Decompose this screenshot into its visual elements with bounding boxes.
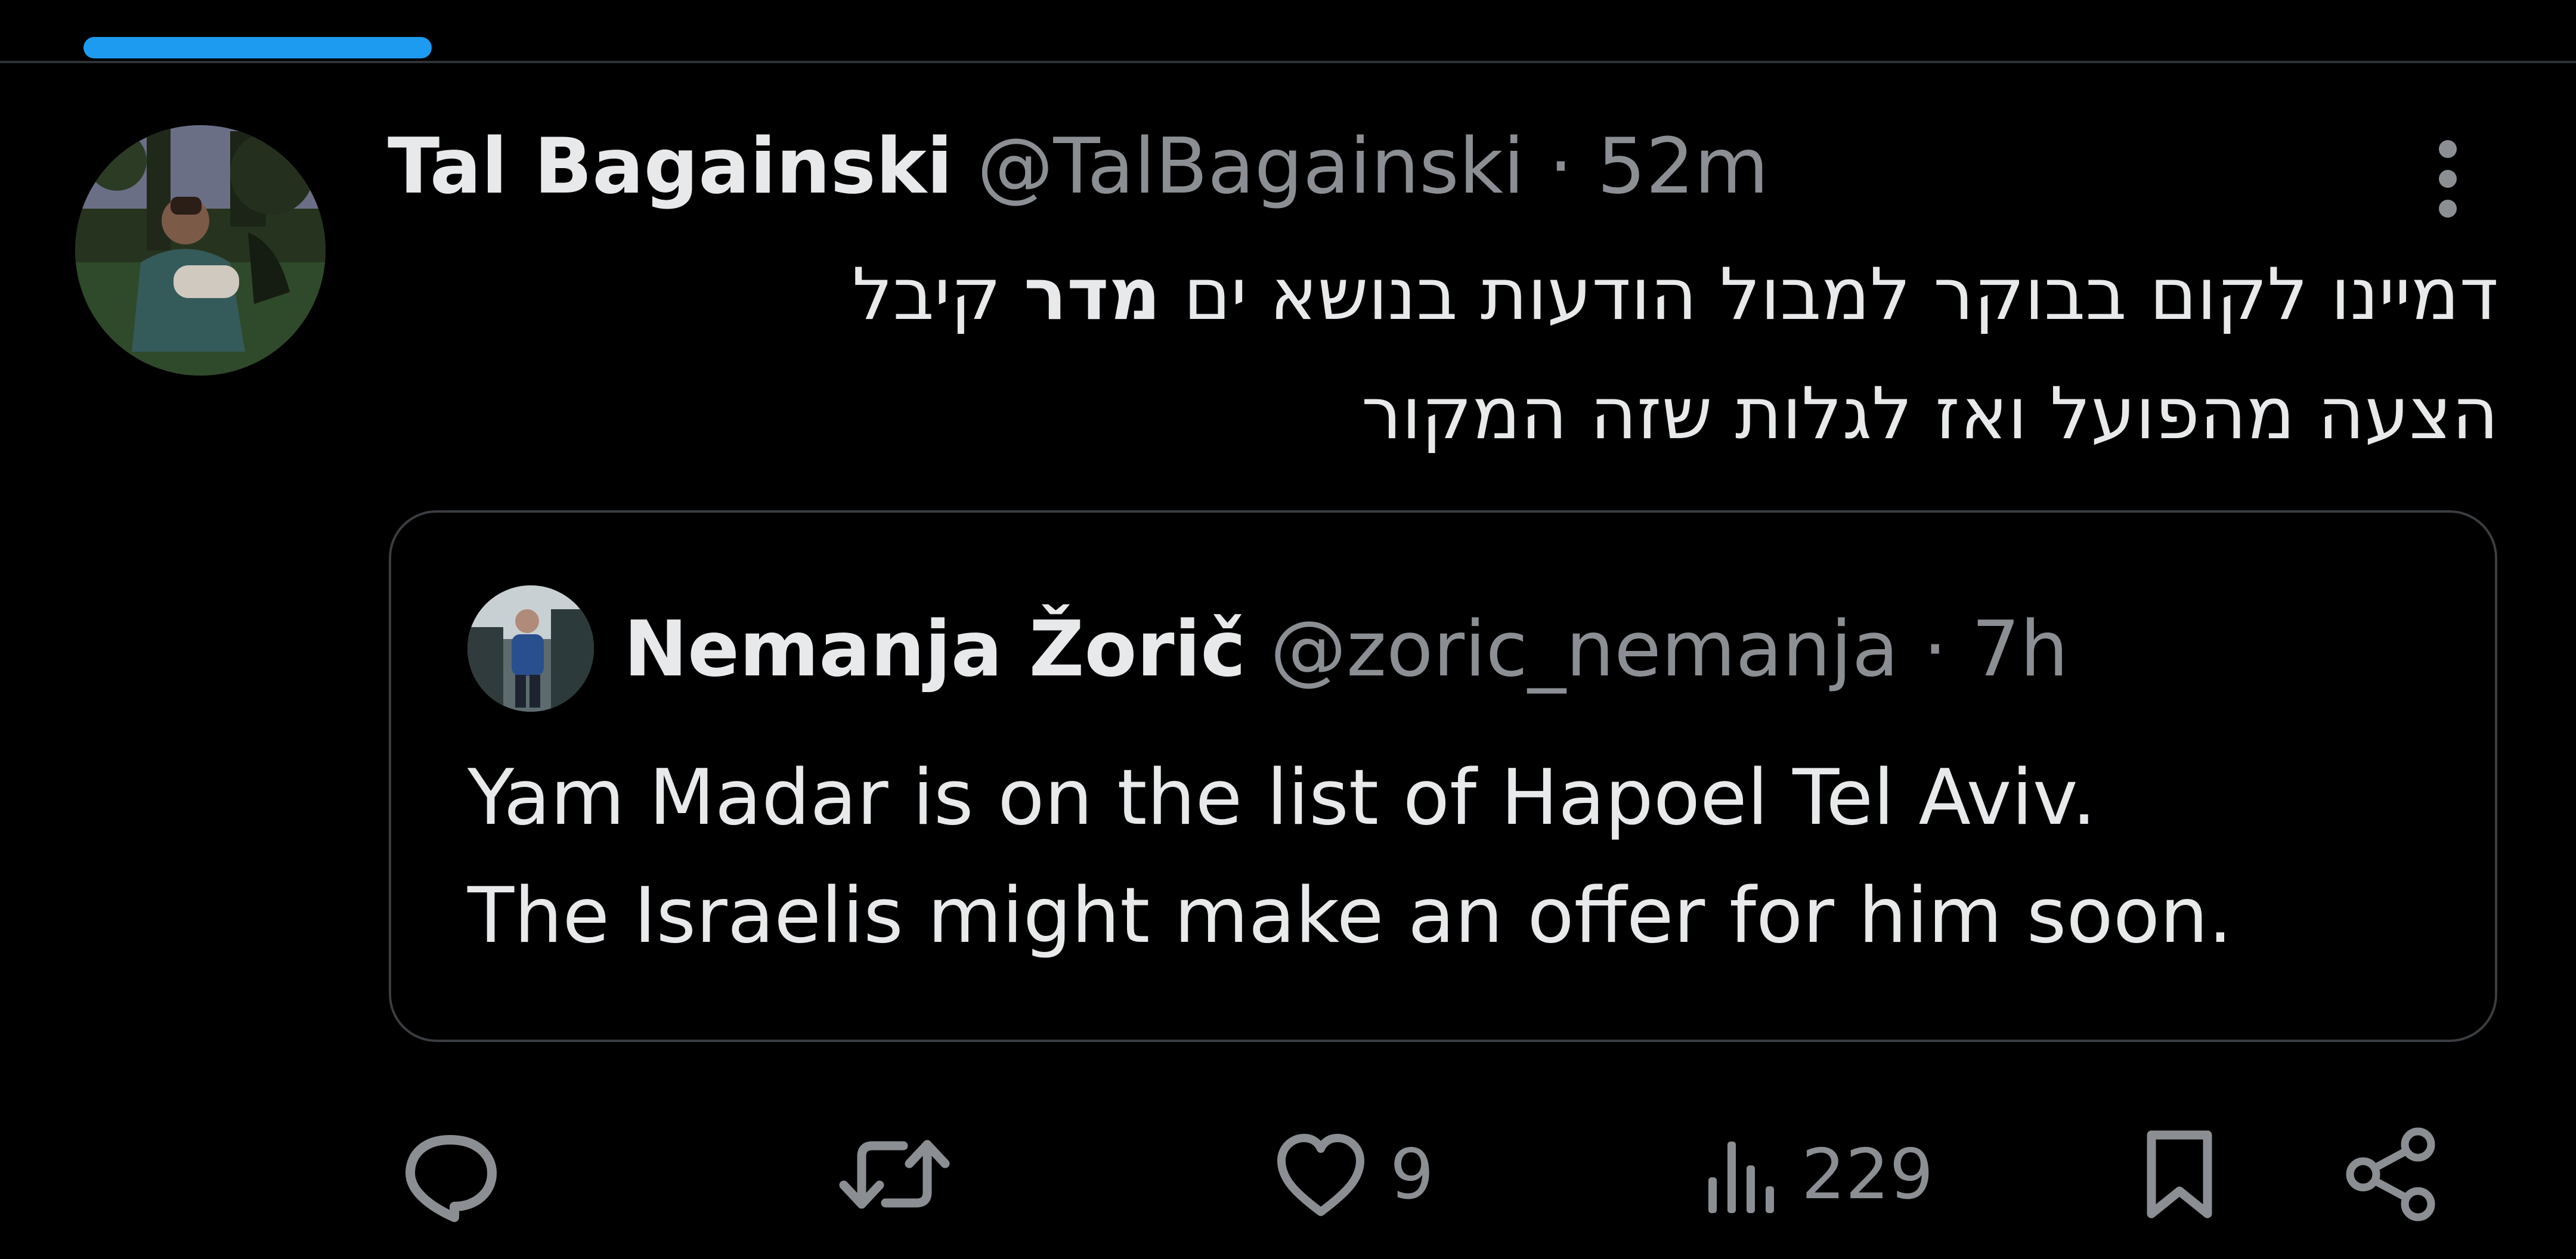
tweet-action-bar: 9 229: [0, 1121, 2576, 1228]
view-count: 229: [1801, 1134, 1934, 1215]
quoted-tweet-header: Nemanja Žorič @zoric_nemanja · 7h: [624, 602, 2069, 697]
like-button[interactable]: 9: [1273, 1121, 1434, 1228]
tweet-text-line-2: הצעה מהפועל ואז לגלות שזה המקור: [1361, 373, 2498, 455]
tweet-text-line-1: דמיינו לקום בבוקר למבול הודעות בנושא ים …: [537, 235, 2498, 355]
loading-progress-bar: [83, 37, 432, 58]
tweet-text-bold: מדר: [1023, 253, 1161, 336]
tweet-timestamp[interactable]: 52m: [1597, 122, 1769, 211]
reply-button[interactable]: [400, 1121, 501, 1228]
tweet-header: Tal Bagainski @TalBagainski · 52m: [388, 119, 1769, 215]
author-avatar-image: [75, 125, 326, 376]
quoted-tweet-card[interactable]: Nemanja Žorič @zoric_nemanja · 7h Yam Ma…: [389, 510, 2497, 1042]
more-options-icon[interactable]: [2427, 131, 2469, 227]
quoted-text-line-2: The Israelis might make an offer for him…: [467, 872, 2233, 960]
quoted-author-name[interactable]: Nemanja Žorič: [624, 605, 1246, 694]
heart-icon: [1277, 1134, 1364, 1216]
views-icon: [1708, 1142, 1774, 1213]
retweet-icon: [839, 1140, 950, 1209]
share-button[interactable]: [2340, 1121, 2442, 1228]
quoted-tweet-text: Yam Madar is on the list of Hapoel Tel A…: [467, 739, 2435, 975]
quoted-avatar-image: [467, 585, 594, 712]
bookmark-button[interactable]: [2141, 1121, 2218, 1228]
header-separator: ·: [1549, 122, 1573, 211]
quoted-author-avatar: [467, 585, 594, 712]
tweet-screen: Tal Bagainski @TalBagainski · 52m דמיינו…: [0, 0, 2576, 1259]
quoted-author-handle[interactable]: @zoric_nemanja: [1270, 605, 1899, 694]
retweet-button[interactable]: [835, 1121, 954, 1228]
bookmark-icon: [2147, 1130, 2212, 1218]
reply-icon: [405, 1135, 497, 1222]
author-handle[interactable]: @TalBagainski: [977, 122, 1524, 211]
like-count: 9: [1390, 1134, 1434, 1215]
quoted-header-separator: ·: [1922, 605, 1948, 694]
share-icon: [2346, 1127, 2435, 1221]
author-name[interactable]: Tal Bagainski: [388, 122, 953, 211]
tweet-text-part: קיבל: [852, 253, 1024, 336]
tweet-text-part: דמיינו לקום בבוקר למבול הודעות בנושא ים: [1160, 253, 2498, 336]
top-divider: [0, 61, 2576, 63]
quoted-timestamp[interactable]: 7h: [1971, 605, 2069, 694]
author-avatar[interactable]: [75, 125, 326, 376]
quoted-text-line-1: Yam Madar is on the list of Hapoel Tel A…: [467, 753, 2097, 842]
views-button[interactable]: 229: [1702, 1121, 1933, 1228]
tweet-text: דמיינו לקום בבוקר למבול הודעות בנושא ים …: [537, 235, 2498, 474]
